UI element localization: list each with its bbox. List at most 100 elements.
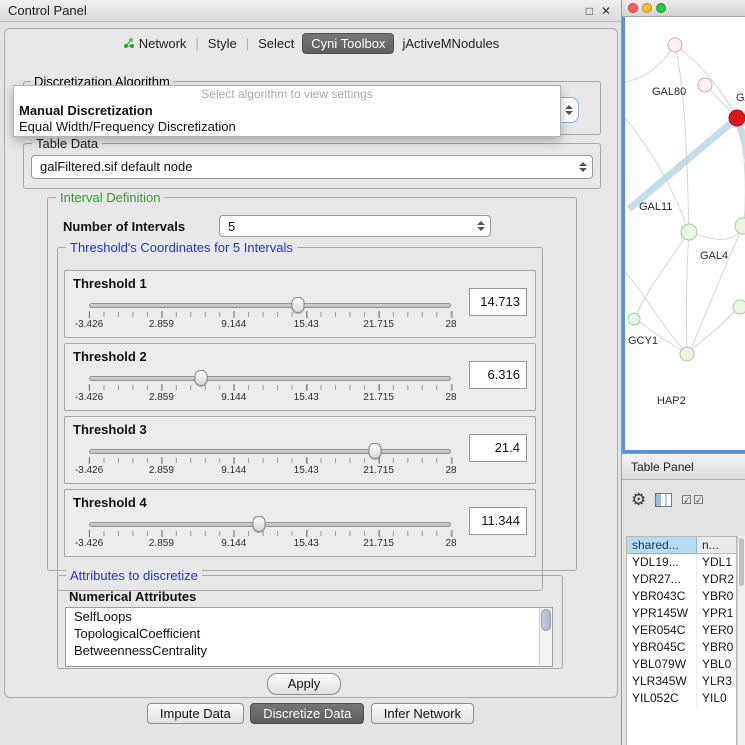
network-canvas[interactable]: GAL80 GA GAL11 GAL4 GCY1 HAP2 (625, 17, 745, 450)
table-panel-header-bar[interactable]: Table Panel (622, 453, 745, 480)
slider-track[interactable] (89, 376, 451, 381)
cell-shared-name[interactable]: YDR27... (627, 571, 697, 588)
column-header-shared-name[interactable]: shared... (627, 537, 697, 554)
node-table[interactable]: shared... n... YDL19...YDL1YDR27...YDR2Y… (626, 536, 737, 745)
cell-shared-name[interactable]: YER054C (627, 622, 697, 639)
table-row[interactable]: YDR27...YDR2 (627, 571, 736, 588)
table-row[interactable]: YER054CYER0 (627, 622, 736, 639)
network-node[interactable] (698, 78, 712, 92)
node-label: HAP2 (657, 395, 686, 407)
table-row[interactable]: YIL052CYIL0 (627, 690, 736, 707)
scrollbar-thumb[interactable] (541, 609, 551, 631)
list-item[interactable]: TopologicalCoefficient (66, 625, 552, 642)
tick-label: 21.715 (363, 392, 394, 403)
cell-shared-name[interactable]: YIL052C (627, 690, 697, 707)
dropdown-option-equal-width-frequency[interactable]: Equal Width/Frequency Discretization (14, 119, 560, 135)
cell-shared-name[interactable]: YBL079W (627, 656, 697, 673)
threshold-2-value-input[interactable]: 6.316 (469, 361, 527, 389)
table-data-combobox[interactable]: galFiltered.sif default node (31, 155, 593, 179)
network-node[interactable] (681, 224, 697, 240)
slider-thumb[interactable] (195, 370, 208, 386)
tab-discretize-data[interactable]: Discretize Data (250, 703, 364, 724)
tab-impute-data[interactable]: Impute Data (147, 703, 244, 724)
list-item[interactable]: SelfLoops (66, 608, 552, 625)
network-node[interactable] (628, 313, 640, 325)
tab-select[interactable]: Select (250, 34, 302, 53)
column-header-name[interactable]: n... (697, 537, 736, 554)
tab-jactivemnodules[interactable]: jActiveMNodules (394, 34, 507, 53)
cell-name[interactable]: YER0 (697, 622, 736, 639)
node-label: GAL11 (639, 201, 672, 213)
control-panel-titlebar[interactable]: Control Panel □ ✕ (0, 0, 621, 22)
columns-icon[interactable] (655, 493, 672, 507)
gear-icon[interactable]: ⚙ (631, 488, 646, 512)
cell-name[interactable]: YBR0 (697, 588, 736, 605)
cell-name[interactable]: YDL1 (697, 554, 736, 571)
close-window-icon[interactable]: ✕ (601, 4, 611, 18)
combo-spinner-icon[interactable] (564, 98, 573, 122)
zoom-light-icon[interactable] (656, 3, 666, 13)
slider-track[interactable] (89, 449, 451, 454)
threshold-3-value-input[interactable]: 21.4 (469, 434, 527, 462)
list-item[interactable]: BetweennessCentrality (66, 642, 552, 659)
network-node[interactable] (668, 38, 682, 52)
slider-ticks (89, 458, 451, 463)
numerical-attributes-list[interactable]: SelfLoopsTopologicalCoefficientBetweenne… (65, 607, 553, 667)
cell-name[interactable]: YDR2 (697, 571, 736, 588)
cell-name[interactable]: YIL0 (697, 690, 736, 707)
close-light-icon[interactable] (628, 3, 638, 13)
cell-name[interactable]: YLR3 (697, 673, 736, 690)
threshold-4-value-input[interactable]: 11.344 (469, 507, 527, 535)
network-node[interactable] (735, 218, 745, 234)
network-view-window: GAL80 GA GAL11 GAL4 GCY1 HAP2 (622, 0, 745, 453)
number-of-intervals-combobox[interactable]: 5 (219, 215, 491, 237)
threshold-1-value-input[interactable]: 14.713 (469, 288, 527, 316)
tab-style[interactable]: Style (200, 34, 245, 53)
cell-shared-name[interactable]: YBR045C (627, 639, 697, 656)
list-scrollbar[interactable] (539, 608, 552, 666)
tick-label: 28 (445, 319, 456, 330)
cell-name[interactable]: YPR1 (697, 605, 736, 622)
slider-thumb[interactable] (368, 443, 381, 459)
tick-label: 2.859 (149, 465, 174, 476)
cell-name[interactable]: YBL0 (697, 656, 736, 673)
tab-infer-network[interactable]: Infer Network (371, 703, 474, 724)
tick-label: -3.426 (75, 538, 103, 549)
slider-thumb[interactable] (253, 516, 266, 532)
minimize-light-icon[interactable] (642, 3, 652, 13)
slider-thumb[interactable] (291, 297, 304, 313)
table-row[interactable]: YDL19...YDL1 (627, 554, 736, 571)
table-row[interactable]: YPR145WYPR1 (627, 605, 736, 622)
tab-label: Network (139, 36, 187, 51)
network-node-selected[interactable] (729, 110, 745, 126)
network-node[interactable] (680, 347, 694, 361)
table-row[interactable]: YBR043CYBR0 (627, 588, 736, 605)
cell-shared-name[interactable]: YLR345W (627, 673, 697, 690)
network-node[interactable] (733, 300, 745, 314)
table-row[interactable]: YBR045CYBR0 (627, 639, 736, 656)
cell-shared-name[interactable]: YDL19... (627, 554, 697, 571)
table-scrollbar[interactable] (737, 536, 745, 745)
tick-label: 15.43 (294, 465, 319, 476)
tab-cyni-toolbox[interactable]: Cyni Toolbox (302, 33, 394, 54)
slider-track[interactable] (89, 303, 451, 308)
table-row[interactable]: YBL079WYBL0 (627, 656, 736, 673)
cell-shared-name[interactable]: YBR043C (627, 588, 697, 605)
combo-spinner-icon[interactable] (476, 216, 485, 236)
dropdown-option-manual-discretization[interactable]: Manual Discretization (14, 103, 560, 119)
table-row[interactable]: YLR345WYLR3 (627, 673, 736, 690)
threshold-4-slider[interactable]: -3.4262.8599.14415.4321.71528 (89, 514, 451, 552)
threshold-2-slider[interactable]: -3.4262.8599.14415.4321.71528 (89, 368, 451, 406)
checkbox-icons[interactable]: ☑☑ (681, 493, 705, 507)
float-window-icon[interactable]: □ (586, 4, 593, 18)
slider-track[interactable] (89, 522, 451, 527)
table-scrollbar-thumb[interactable] (739, 538, 744, 586)
combo-spinner-icon[interactable] (578, 156, 587, 178)
threshold-3-slider[interactable]: -3.4262.8599.14415.4321.71528 (89, 441, 451, 479)
cell-shared-name[interactable]: YPR145W (627, 605, 697, 622)
tab-network[interactable]: Network (115, 34, 195, 53)
cell-name[interactable]: YBR0 (697, 639, 736, 656)
apply-button[interactable]: Apply (267, 673, 341, 695)
network-window-titlebar[interactable] (622, 0, 745, 17)
threshold-1-slider[interactable]: -3.4262.8599.14415.4321.71528 (89, 295, 451, 333)
